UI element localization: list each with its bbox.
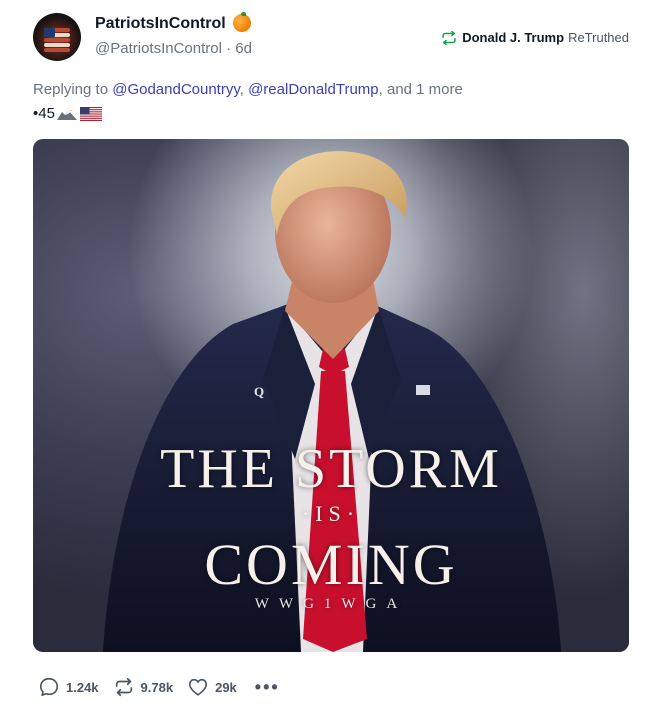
post-text: •45: [33, 105, 102, 122]
reply-prefix: Replying to: [33, 81, 113, 98]
post-age: 6d: [235, 40, 252, 57]
q-lapel-pin: Q: [254, 384, 265, 399]
image-caption-line-2: ·IS·: [301, 501, 361, 526]
like-button[interactable]: 29k: [187, 676, 237, 698]
retruth-button[interactable]: 9.78k: [113, 676, 174, 698]
reply-icon: [39, 677, 59, 697]
retruth-indicator: Donald J. Trump ReTruthed: [440, 30, 629, 45]
us-flag-emoji: [79, 106, 102, 121]
eagle-emoji: [56, 107, 77, 120]
reply-button[interactable]: 1.24k: [38, 676, 99, 698]
reply-separator: ,: [239, 81, 249, 98]
retruth-author[interactable]: Donald J. Trump: [462, 30, 564, 45]
image-caption-line-1: THE STORM: [160, 438, 502, 500]
mention-godandcountryy[interactable]: @GodandCountryy: [112, 81, 240, 98]
orange-icon: [233, 12, 251, 32]
image-caption-line-3: COMING: [204, 532, 458, 597]
author-handle[interactable]: @PatriotsInControl: [95, 40, 222, 57]
more-options-button[interactable]: •••: [255, 678, 280, 696]
like-count: 29k: [215, 679, 237, 695]
retruth-icon: [442, 30, 456, 45]
truth-post: PatriotsInControl @PatriotsInControl · 6…: [0, 0, 658, 710]
post-text-body: •45: [33, 105, 55, 122]
mention-realdonaldtrump[interactable]: @realDonaldTrump: [248, 81, 379, 98]
post-actions: 1.24k 9.78k 29k •••: [38, 676, 280, 698]
heart-icon: [189, 678, 208, 696]
author-avatar[interactable]: [33, 13, 81, 61]
reply-context: Replying to @GodandCountryy, @realDonald…: [33, 81, 463, 98]
reply-suffix[interactable]: , and 1 more: [379, 81, 463, 98]
retruth-label: ReTruthed: [568, 30, 629, 45]
retruth-action-icon: [115, 677, 132, 697]
reply-count: 1.24k: [66, 679, 99, 695]
author-name[interactable]: PatriotsInControl: [95, 15, 226, 33]
retruth-count: 9.78k: [140, 679, 174, 695]
image-caption-line-4: WWG1WGA: [254, 596, 408, 612]
post-media-image[interactable]: Q THE STORM ·IS· COMING WWG1WGA: [33, 139, 629, 652]
author-handle-line: @PatriotsInControl · 6d: [95, 40, 252, 57]
